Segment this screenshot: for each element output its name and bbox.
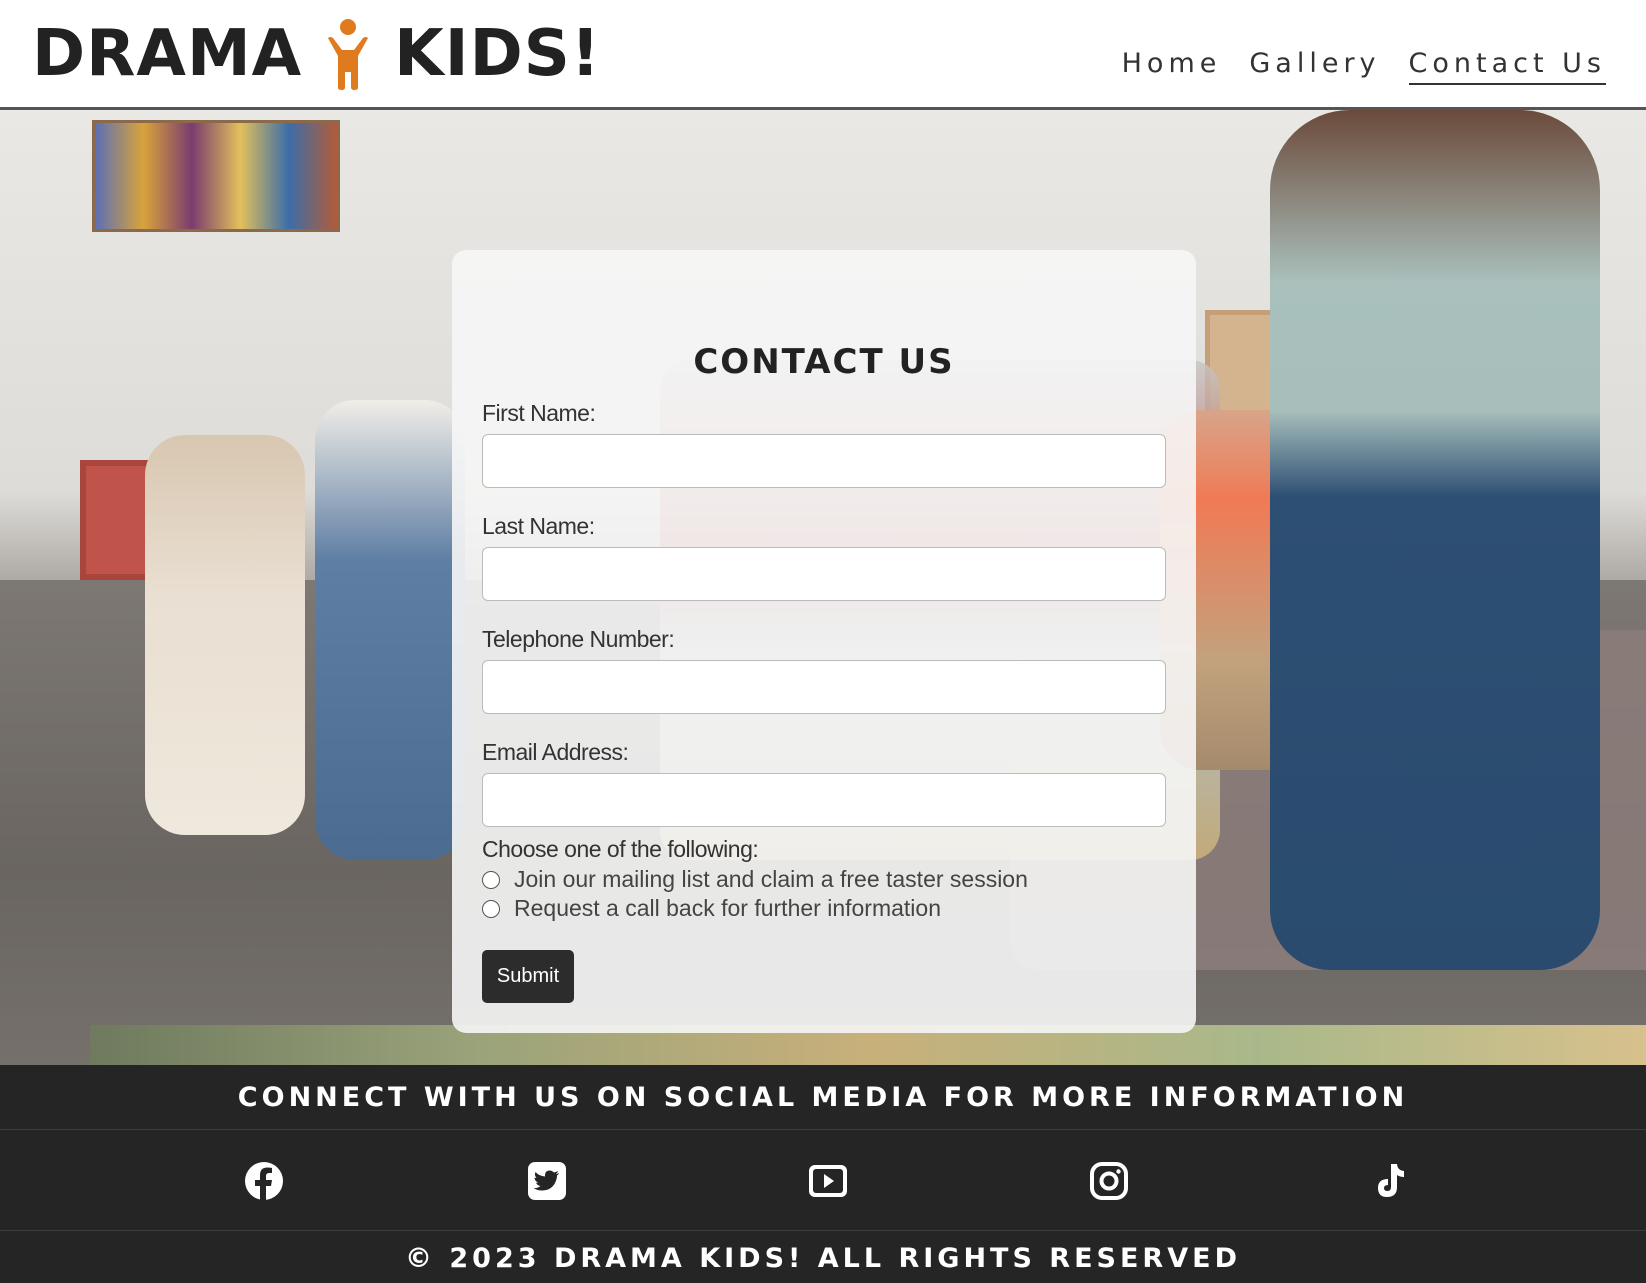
nav-link-home[interactable]: Home: [1122, 48, 1222, 85]
site-footer: CONNECT WITH US ON SOCIAL MEDIA FOR MORE…: [0, 1065, 1646, 1283]
youtube-icon[interactable]: [808, 1161, 848, 1201]
radio-mailing-list[interactable]: [482, 870, 500, 889]
first-name-label: First Name:: [482, 400, 596, 426]
girl-in-overalls: [315, 400, 465, 860]
logo-figure-icon: [328, 19, 369, 90]
social-heading: CONNECT WITH US ON SOCIAL MEDIA FOR MORE…: [0, 1065, 1646, 1130]
telephone-label: Telephone Number:: [482, 626, 675, 652]
nav-link-contact-us[interactable]: Contact Us: [1408, 48, 1606, 85]
last-name-label: Last Name:: [482, 513, 595, 539]
main-nav: Home Gallery Contact Us: [1122, 48, 1606, 85]
teacher-walking: [1270, 110, 1600, 970]
wall-artwork: [92, 120, 340, 232]
email-label: Email Address:: [482, 739, 629, 765]
copyright: © 2023 DRAMA KIDS! ALL RIGHTS RESERVED: [405, 1242, 1241, 1274]
option-mailing-list[interactable]: Join our mailing list and claim a free t…: [482, 866, 1028, 893]
telephone-input[interactable]: [482, 660, 1166, 714]
hero-background-photo: CONTACT US First Name: Last Name: Teleph…: [0, 110, 1646, 1065]
option-call-back[interactable]: Request a call back for further informat…: [482, 895, 941, 922]
submit-button[interactable]: Submit: [482, 950, 574, 1003]
instagram-icon[interactable]: [1089, 1161, 1129, 1201]
social-links: [0, 1131, 1646, 1231]
nav-link-gallery[interactable]: Gallery: [1249, 48, 1380, 85]
twitter-icon[interactable]: [527, 1161, 567, 1201]
last-name-input[interactable]: [482, 547, 1166, 601]
email-input[interactable]: [482, 773, 1166, 827]
girl-in-floral-dress: [145, 435, 305, 835]
option-mailing-list-label: Join our mailing list and claim a free t…: [514, 866, 1028, 892]
facebook-icon[interactable]: [244, 1161, 284, 1201]
logo-text-kids: KIDS!: [394, 17, 601, 91]
option-call-back-label: Request a call back for further informat…: [514, 895, 941, 921]
site-header: DRAMA KIDS! Home Gallery Contact Us: [0, 0, 1646, 110]
form-title: CONTACT US: [693, 342, 955, 382]
choice-label: Choose one of the following:: [482, 836, 759, 862]
logo[interactable]: DRAMA KIDS!: [32, 14, 601, 94]
radio-call-back[interactable]: [482, 899, 500, 918]
logo-text-drama: DRAMA: [32, 17, 303, 91]
tiktok-icon[interactable]: [1370, 1161, 1410, 1201]
first-name-input[interactable]: [482, 434, 1166, 488]
contact-form: CONTACT US First Name: Last Name: Teleph…: [452, 250, 1196, 1033]
